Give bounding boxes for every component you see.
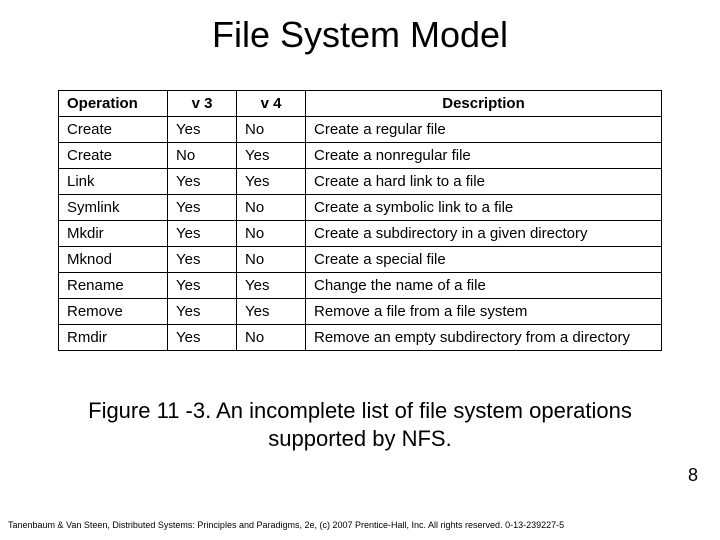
cell-v3: Yes [168, 117, 237, 143]
cell-v4: No [237, 195, 306, 221]
cell-v3: Yes [168, 325, 237, 351]
operations-table: Operation v 3 v 4 Description CreateYesN… [58, 90, 662, 351]
cell-op: Rename [59, 273, 168, 299]
cell-desc: Create a hard link to a file [306, 169, 662, 195]
cell-v3: Yes [168, 247, 237, 273]
cell-v4: Yes [237, 273, 306, 299]
cell-desc: Create a nonregular file [306, 143, 662, 169]
table-row: CreateYesNoCreate a regular file [59, 117, 662, 143]
cell-op: Symlink [59, 195, 168, 221]
table-row: RmdirYesNoRemove an empty subdirectory f… [59, 325, 662, 351]
col-header-description: Description [306, 91, 662, 117]
cell-v4: No [237, 221, 306, 247]
cell-op: Remove [59, 299, 168, 325]
slide-title: File System Model [0, 0, 720, 56]
cell-desc: Remove a file from a file system [306, 299, 662, 325]
col-header-v4: v 4 [237, 91, 306, 117]
col-header-operation: Operation [59, 91, 168, 117]
figure-caption: Figure 11 -3. An incomplete list of file… [0, 397, 720, 452]
cell-desc: Remove an empty subdirectory from a dire… [306, 325, 662, 351]
cell-op: Mkdir [59, 221, 168, 247]
cell-desc: Create a subdirectory in a given directo… [306, 221, 662, 247]
cell-op: Create [59, 143, 168, 169]
table-row: CreateNoYesCreate a nonregular file [59, 143, 662, 169]
cell-v3: Yes [168, 299, 237, 325]
cell-op: Mknod [59, 247, 168, 273]
cell-v4: Yes [237, 169, 306, 195]
cell-v3: No [168, 143, 237, 169]
cell-v4: No [237, 117, 306, 143]
cell-desc: Create a regular file [306, 117, 662, 143]
table-header-row: Operation v 3 v 4 Description [59, 91, 662, 117]
citation-footer: Tanenbaum & Van Steen, Distributed Syste… [8, 520, 564, 530]
cell-v3: Yes [168, 169, 237, 195]
table-body: CreateYesNoCreate a regular file CreateN… [59, 117, 662, 351]
table-row: RenameYesYesChange the name of a file [59, 273, 662, 299]
col-header-v3: v 3 [168, 91, 237, 117]
operations-table-wrap: Operation v 3 v 4 Description CreateYesN… [58, 90, 662, 351]
page-number: 8 [688, 465, 698, 486]
cell-v3: Yes [168, 195, 237, 221]
table-row: RemoveYesYesRemove a file from a file sy… [59, 299, 662, 325]
cell-v4: No [237, 325, 306, 351]
cell-v4: No [237, 247, 306, 273]
table-row: LinkYesYesCreate a hard link to a file [59, 169, 662, 195]
cell-v3: Yes [168, 273, 237, 299]
cell-desc: Create a special file [306, 247, 662, 273]
cell-op: Link [59, 169, 168, 195]
cell-op: Rmdir [59, 325, 168, 351]
table-row: SymlinkYesNoCreate a symbolic link to a … [59, 195, 662, 221]
cell-v4: Yes [237, 143, 306, 169]
cell-v3: Yes [168, 221, 237, 247]
cell-desc: Change the name of a file [306, 273, 662, 299]
table-row: MknodYesNoCreate a special file [59, 247, 662, 273]
cell-v4: Yes [237, 299, 306, 325]
cell-desc: Create a symbolic link to a file [306, 195, 662, 221]
table-row: MkdirYesNoCreate a subdirectory in a giv… [59, 221, 662, 247]
cell-op: Create [59, 117, 168, 143]
